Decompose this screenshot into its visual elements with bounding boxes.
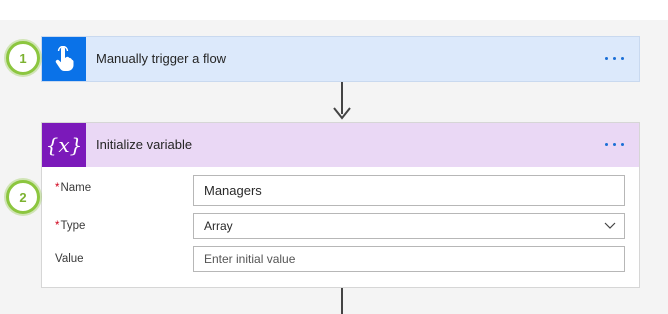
- dot-icon: [605, 142, 608, 146]
- required-mark: *: [55, 220, 60, 232]
- more-options-button[interactable]: [605, 137, 629, 151]
- dot-icon: [605, 56, 608, 60]
- name-label: *Name: [55, 182, 91, 194]
- variable-icon: {x}: [42, 123, 86, 167]
- more-options-button[interactable]: [605, 51, 629, 65]
- trigger-title: Manually trigger a flow: [96, 51, 227, 66]
- dot-icon: [613, 56, 616, 60]
- type-label-text: Type: [60, 220, 86, 232]
- name-field[interactable]: Managers: [193, 175, 625, 206]
- value-placeholder: Enter initial value: [204, 252, 296, 266]
- initialize-variable-card[interactable]: {x} Initialize variable *Name Managers *…: [41, 122, 640, 288]
- variable-card-header[interactable]: {x} Initialize variable: [42, 123, 639, 167]
- value-field[interactable]: Enter initial value: [193, 246, 625, 272]
- value-label: Value: [55, 253, 84, 265]
- dot-icon: [621, 142, 624, 146]
- type-select[interactable]: Array: [193, 213, 625, 239]
- chevron-down-icon: [604, 222, 616, 229]
- dot-icon: [621, 56, 624, 60]
- type-label: *Type: [55, 220, 85, 232]
- flow-connector: [341, 288, 343, 314]
- step-badge-1: 1: [6, 41, 40, 75]
- dot-icon: [613, 142, 616, 146]
- variable-title: Initialize variable: [96, 137, 193, 152]
- type-value: Array: [204, 219, 233, 233]
- touch-hand-icon: [42, 37, 86, 81]
- step-badge-2: 2: [6, 180, 40, 214]
- arrow-down-icon: [333, 107, 351, 120]
- required-mark: *: [55, 182, 60, 194]
- name-label-text: Name: [60, 182, 92, 194]
- name-value: Managers: [204, 183, 262, 198]
- trigger-card[interactable]: Manually trigger a flow: [41, 36, 640, 82]
